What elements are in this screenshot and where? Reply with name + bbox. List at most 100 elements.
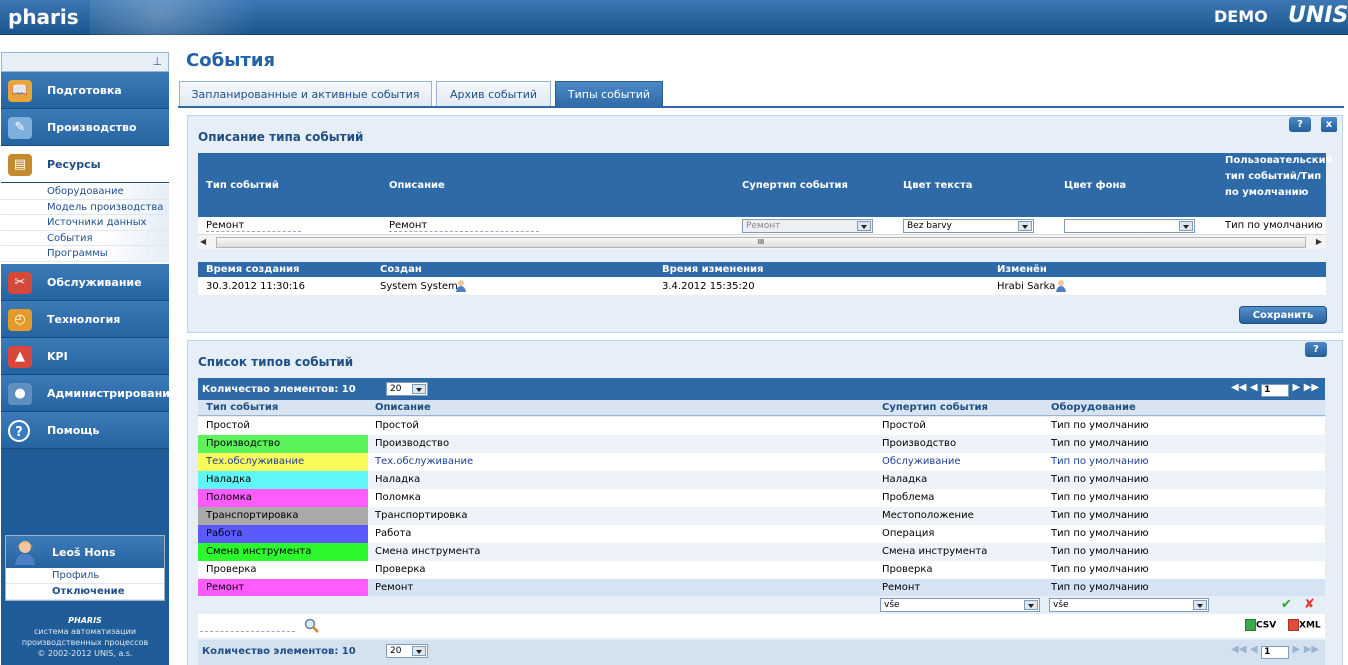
table-row[interactable]: Ремонт Ремонт Ремонт Тип по умолчанию bbox=[198, 579, 1325, 597]
sidebar-item-4[interactable]: ✂ Обслуживание bbox=[1, 263, 169, 301]
table-row[interactable]: Наладка Наладка Наладка Тип по умолчанию bbox=[198, 471, 1325, 489]
description-field[interactable]: Ремонт bbox=[389, 220, 539, 232]
table-row[interactable]: Поломка Поломка Проблема Тип по умолчанию bbox=[198, 489, 1325, 507]
submenu-item[interactable]: Оборудование bbox=[1, 184, 169, 200]
item-count: Количество элементов: 10 bbox=[202, 384, 356, 395]
page-size-select-bottom[interactable]: 20 bbox=[386, 644, 428, 658]
tab-event-types[interactable]: Типы событий bbox=[555, 81, 663, 107]
detail-help-button[interactable]: ? bbox=[1289, 117, 1311, 132]
page-select[interactable]: 1 bbox=[1261, 384, 1290, 397]
submenu-item[interactable]: Программы bbox=[1, 246, 169, 262]
chevron-down-icon bbox=[412, 384, 426, 394]
submenu-item[interactable]: События bbox=[1, 230, 169, 246]
table-row[interactable]: Транспортировка Транспортировка Местополож… bbox=[198, 507, 1325, 525]
cell-equip: Тип по умолчанию bbox=[1051, 474, 1149, 485]
list-header-row: Тип события Описание Супертип события Об… bbox=[198, 400, 1325, 416]
app-window: pharis DEMO UNIS ⊥ 📖 Подготовка ✎ Производс… bbox=[0, 0, 1348, 665]
export-xml-button[interactable]: XML bbox=[1288, 619, 1321, 631]
save-button[interactable]: Сохранить bbox=[1239, 306, 1327, 324]
logout-link[interactable]: Отключение bbox=[6, 584, 164, 600]
cell-type: Наладка bbox=[206, 474, 252, 485]
sidebar-item-5[interactable]: ◴ Технология bbox=[1, 300, 169, 338]
bg-color-select[interactable] bbox=[1064, 219, 1195, 233]
list-col-description[interactable]: Описание bbox=[375, 402, 431, 413]
prev-page-icon[interactable]: ◀ bbox=[1250, 644, 1258, 655]
filter-equipment-select[interactable]: vše bbox=[1049, 598, 1209, 612]
user-name: Leoš Hons bbox=[52, 546, 116, 559]
chart-icon: ▲ bbox=[8, 345, 32, 368]
list-help-button[interactable]: ? bbox=[1305, 342, 1327, 357]
apply-filter-icon[interactable]: ✔ bbox=[1281, 597, 1292, 612]
scroll-thumb[interactable]: III bbox=[216, 237, 1306, 248]
next-page-icon[interactable]: ▶ bbox=[1293, 382, 1301, 393]
cell-type: Смена инструмента bbox=[206, 546, 312, 557]
search-icon[interactable] bbox=[304, 618, 320, 634]
table-row[interactable]: Проверка Проверка Проверка Тип по умолчанию bbox=[198, 561, 1325, 579]
prev-page-icon[interactable]: ◀ bbox=[1250, 382, 1258, 393]
submenu-item[interactable]: Модель производства bbox=[1, 199, 169, 215]
submenu-item[interactable]: Источники данных bbox=[1, 215, 169, 231]
next-page-icon[interactable]: ▶ bbox=[1293, 644, 1301, 655]
sidebar-item-6[interactable]: ▲ KPI bbox=[1, 337, 169, 375]
profile-link[interactable]: Профиль bbox=[6, 568, 164, 584]
tab-planned-events[interactable]: Запланированные и активные события bbox=[179, 81, 432, 107]
sidebar-item-2[interactable]: ✎ Производство bbox=[1, 109, 169, 146]
search-input[interactable] bbox=[200, 619, 295, 632]
pager: ◀◀ ◀ 1 ▶ ▶▶ bbox=[1231, 382, 1319, 397]
cell-desc: Производство bbox=[375, 438, 450, 449]
event-type-detail-panel: Описание типа событий ? x Тип событий Оп… bbox=[187, 115, 1343, 333]
last-page-icon[interactable]: ▶▶ bbox=[1304, 382, 1319, 393]
table-row[interactable]: Смена инструмента Смена инструмента Смена … bbox=[198, 543, 1325, 561]
cell-desc: Работа bbox=[375, 528, 412, 539]
xml-file-icon bbox=[1288, 619, 1299, 631]
scroll-right-icon[interactable]: ▶ bbox=[1316, 237, 1322, 246]
type-field[interactable]: Ремонт bbox=[206, 220, 301, 232]
cell-equip: Тип по умолчанию bbox=[1051, 546, 1149, 557]
scroll-left-icon[interactable]: ◀ bbox=[200, 237, 206, 246]
filter-row: vše vše ✔ ✘ bbox=[198, 596, 1325, 614]
table-row[interactable]: Производство Производство Производство Тип … bbox=[198, 435, 1325, 453]
table-row[interactable]: Простой Простой Простой Тип по умолчанию bbox=[198, 417, 1325, 435]
sidebar-item-1[interactable]: 📖 Подготовка bbox=[1, 72, 169, 109]
tab-event-archive[interactable]: Архив событий bbox=[436, 81, 551, 107]
text-color-select[interactable]: Bez barvy bbox=[903, 219, 1034, 233]
created-time-value: 30.3.2012 11:30:16 bbox=[206, 281, 305, 292]
sidebar-pin-row: ⊥ bbox=[1, 52, 169, 72]
item-count-bottom: Количество элементов: 10 bbox=[202, 646, 356, 657]
list-col-supertype[interactable]: Супертип события bbox=[882, 402, 988, 413]
cell-super: Простой bbox=[882, 420, 926, 431]
pharis-logo[interactable]: pharis bbox=[8, 5, 79, 29]
chevron-down-icon bbox=[412, 646, 426, 656]
tools-icon: ✎ bbox=[8, 117, 32, 139]
col-description: Описание bbox=[389, 180, 445, 191]
list-panel-title: Список типов событий bbox=[198, 355, 354, 369]
user-icon bbox=[456, 280, 466, 292]
cell-type: Производство bbox=[206, 438, 281, 449]
page-select[interactable]: 1 bbox=[1261, 646, 1290, 659]
horizontal-scrollbar[interactable]: ◀ III ▶ bbox=[198, 234, 1326, 249]
first-page-icon[interactable]: ◀◀ bbox=[1231, 644, 1246, 655]
cell-desc: Простой bbox=[375, 420, 419, 431]
table-row[interactable]: Тех.обслуживание Тех.обслуживание Обслужив… bbox=[198, 453, 1325, 471]
col-text-color: Цвет текста bbox=[903, 180, 973, 191]
cell-super: Проверка bbox=[882, 564, 933, 575]
cell-equip: Тип по умолчанию bbox=[1051, 492, 1149, 503]
sidebar-item-3[interactable]: ▤ Ресурсы bbox=[1, 146, 169, 183]
sidebar-footer: PHARIS система автоматизации производств… bbox=[1, 615, 169, 659]
filter-supertype-select[interactable]: vše bbox=[880, 598, 1040, 612]
user-box: Leoš Hons Профиль Отключение bbox=[5, 535, 165, 601]
col-user-type: Пользовательский тип событий/Тип по умол… bbox=[1225, 155, 1333, 198]
sidebar-item-8[interactable]: ? Помощь bbox=[1, 411, 169, 449]
resources-icon: ▤ bbox=[8, 154, 32, 176]
list-col-type[interactable]: Тип события bbox=[206, 402, 278, 413]
detail-close-button[interactable]: x bbox=[1321, 117, 1337, 132]
table-row[interactable]: Работа Работа Операция Тип по умолчанию bbox=[198, 525, 1325, 543]
sidebar-item-7[interactable]: ● Администрирование bbox=[1, 374, 177, 412]
list-col-equipment[interactable]: Оборудование bbox=[1051, 402, 1136, 413]
first-page-icon[interactable]: ◀◀ bbox=[1231, 382, 1246, 393]
last-page-icon[interactable]: ▶▶ bbox=[1304, 644, 1319, 655]
clear-filter-icon[interactable]: ✘ bbox=[1304, 597, 1315, 612]
pin-icon[interactable]: ⊥ bbox=[152, 55, 162, 68]
export-csv-button[interactable]: CSV bbox=[1245, 619, 1276, 631]
page-size-select[interactable]: 20 bbox=[386, 382, 428, 396]
